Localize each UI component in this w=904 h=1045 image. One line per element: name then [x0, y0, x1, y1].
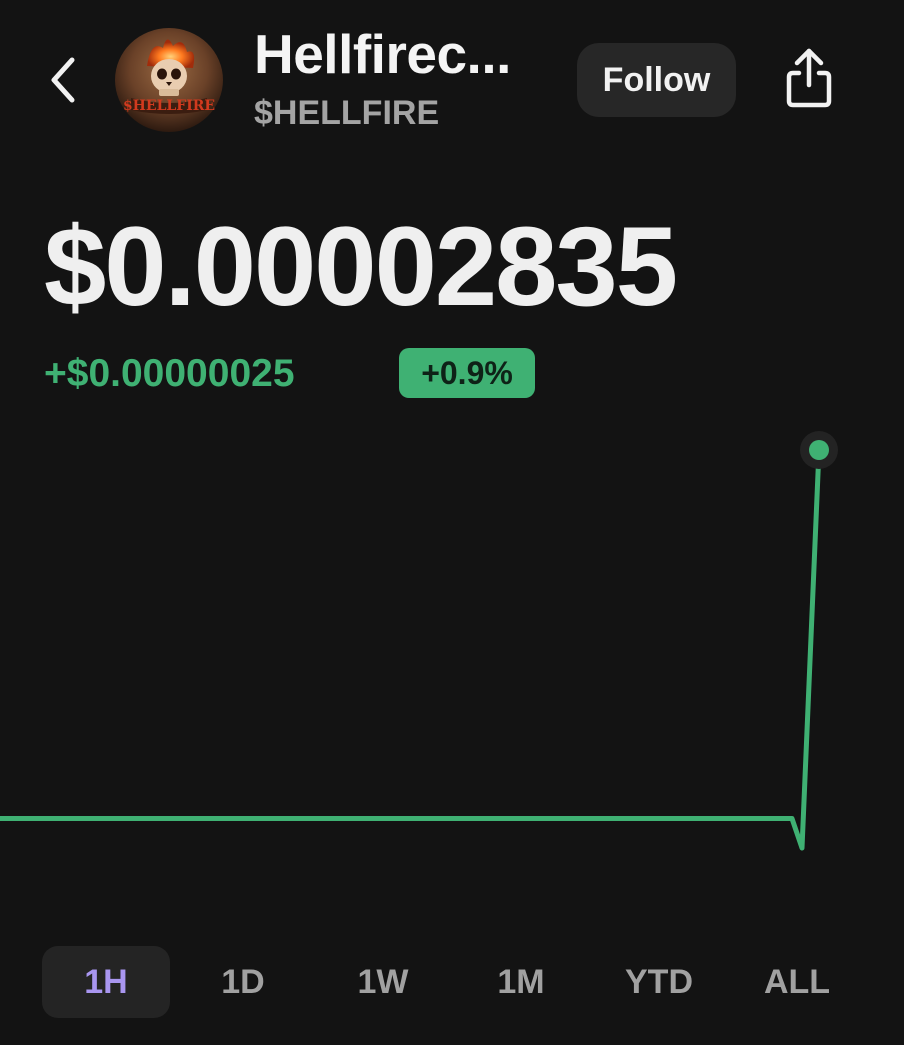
current-price: $0.00002835	[44, 204, 678, 329]
time-range-selector: 1H 1D 1W 1M YTD ALL	[0, 946, 904, 1020]
token-ticker: $HELLFIRE	[254, 94, 440, 132]
share-icon	[786, 48, 832, 108]
back-button[interactable]	[38, 50, 90, 110]
price-line	[0, 447, 822, 851]
range-tab-all[interactable]: ALL	[733, 946, 861, 1018]
follow-button[interactable]: Follow	[577, 43, 736, 117]
avatar-logo-text: $HELLFIRE	[123, 98, 215, 114]
token-title: Hellfirec...	[254, 23, 511, 85]
current-point-marker	[809, 440, 829, 460]
share-button[interactable]	[776, 42, 842, 114]
range-tab-ytd[interactable]: YTD	[595, 946, 723, 1018]
range-tab-1d[interactable]: 1D	[179, 946, 307, 1018]
range-tab-1m[interactable]: 1M	[457, 946, 585, 1018]
chevron-left-icon	[51, 57, 75, 103]
range-tab-1h[interactable]: 1H	[42, 946, 170, 1018]
price-change-percent-badge: +0.9%	[399, 348, 535, 398]
range-tab-1w[interactable]: 1W	[319, 946, 447, 1018]
price-chart[interactable]	[0, 420, 904, 920]
price-change-amount: +$0.00000025	[44, 352, 295, 395]
token-avatar: $HELLFIRE	[113, 26, 225, 134]
